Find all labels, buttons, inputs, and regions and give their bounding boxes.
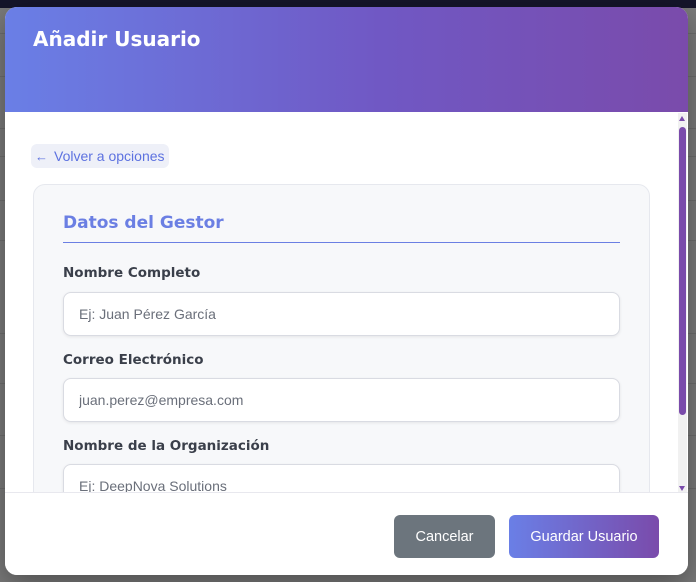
manager-data-card: Datos del Gestor Nombre Completo Correo … (33, 184, 650, 492)
email-input[interactable] (63, 378, 620, 422)
section-divider (63, 242, 620, 243)
full-name-input[interactable] (63, 292, 620, 336)
modal-scrollbar[interactable] (678, 113, 687, 494)
add-user-modal: Añadir Usuario ← Volver a opciones Datos… (5, 7, 688, 575)
organization-label: Nombre de la Organización (63, 438, 270, 454)
back-to-options-link[interactable]: ← Volver a opciones (31, 144, 169, 168)
cancel-button[interactable]: Cancelar (394, 515, 495, 558)
organization-input[interactable] (63, 464, 620, 492)
modal-header: Añadir Usuario (5, 7, 688, 112)
modal-body: ← Volver a opciones Datos del Gestor Nom… (5, 112, 688, 492)
back-link-label: Volver a opciones (54, 148, 165, 164)
section-title: Datos del Gestor (63, 213, 224, 233)
modal-title: Añadir Usuario (33, 27, 201, 51)
scroll-up-icon[interactable] (679, 116, 685, 121)
modal-footer: Cancelar Guardar Usuario (5, 492, 688, 575)
name-label: Nombre Completo (63, 265, 201, 281)
save-user-button[interactable]: Guardar Usuario (509, 515, 659, 558)
email-label: Correo Electrónico (63, 352, 204, 368)
scroll-down-icon[interactable] (679, 486, 685, 491)
scrollbar-thumb[interactable] (679, 127, 686, 415)
arrow-left-icon: ← (35, 148, 48, 164)
